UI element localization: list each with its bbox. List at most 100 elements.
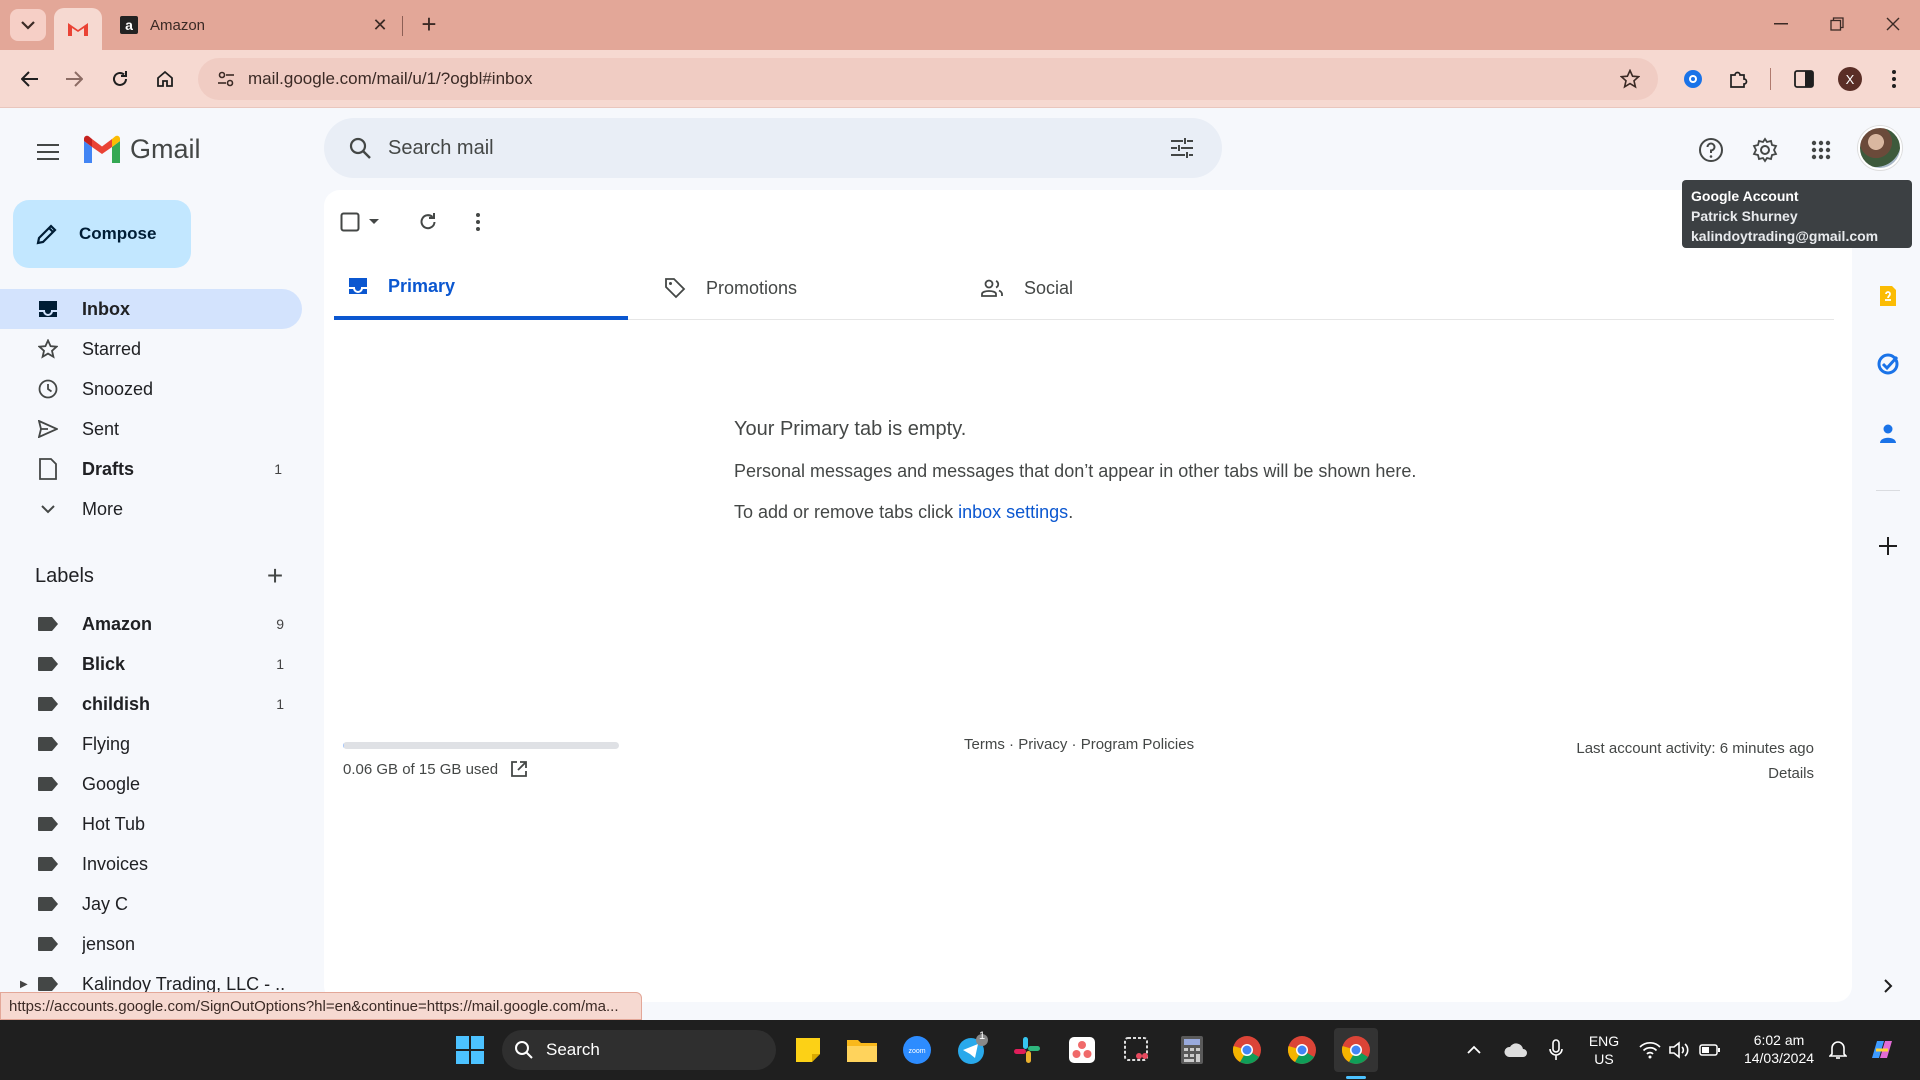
tab-search-button[interactable] bbox=[10, 9, 46, 41]
nav-item-more[interactable]: More bbox=[0, 489, 302, 529]
onedrive-icon[interactable] bbox=[1498, 1032, 1534, 1068]
caret-down-icon[interactable] bbox=[368, 218, 380, 226]
chrome-icon[interactable] bbox=[1284, 1032, 1320, 1068]
settings-gear-icon[interactable] bbox=[1743, 128, 1787, 172]
tab-promotions[interactable]: Promotions bbox=[650, 256, 944, 320]
label-item[interactable]: Amazon 9 bbox=[0, 604, 304, 644]
close-window-button[interactable] bbox=[1870, 8, 1916, 40]
program-policies-link[interactable]: Program Policies bbox=[1081, 736, 1194, 753]
settings-suffix: . bbox=[1068, 502, 1074, 522]
main-menu-button[interactable] bbox=[28, 132, 68, 172]
compose-button[interactable]: Compose bbox=[13, 200, 191, 268]
slack-icon[interactable] bbox=[1009, 1032, 1045, 1068]
forward-button[interactable] bbox=[56, 61, 92, 97]
notification-bell-icon[interactable] bbox=[1820, 1032, 1856, 1068]
nav-item-inbox[interactable]: Inbox bbox=[0, 289, 302, 329]
clock[interactable]: 6:02 am 14/03/2024 bbox=[1734, 1031, 1824, 1067]
input-language[interactable]: ENG US bbox=[1580, 1032, 1628, 1068]
url-text[interactable]: mail.google.com/mail/u/1/?ogbl#inbox bbox=[248, 69, 1610, 89]
more-actions-button[interactable] bbox=[476, 204, 480, 240]
account-avatar[interactable] bbox=[1858, 126, 1902, 170]
tab-social[interactable]: Social bbox=[966, 256, 1260, 320]
address-bar[interactable]: mail.google.com/mail/u/1/?ogbl#inbox bbox=[198, 58, 1658, 100]
tab-amazon[interactable]: a Amazon ✕ bbox=[110, 8, 400, 42]
search-input[interactable] bbox=[388, 136, 1154, 160]
label-item[interactable]: Hot Tub bbox=[0, 804, 304, 844]
details-link[interactable]: Details bbox=[1576, 761, 1814, 786]
label-item[interactable]: Invoices bbox=[0, 844, 304, 884]
home-button[interactable] bbox=[147, 61, 183, 97]
tab-gmail[interactable] bbox=[54, 8, 102, 50]
file-explorer-icon[interactable] bbox=[844, 1032, 880, 1068]
chrome-menu-icon[interactable] bbox=[1876, 61, 1912, 97]
terms-link[interactable]: Terms bbox=[964, 736, 1005, 753]
help-icon[interactable] bbox=[1689, 128, 1733, 172]
people-icon bbox=[981, 279, 1003, 297]
chrome-active-icon[interactable] bbox=[1334, 1028, 1378, 1072]
restore-button[interactable] bbox=[1814, 8, 1860, 40]
refresh-button[interactable] bbox=[418, 204, 438, 240]
label-tag-icon bbox=[38, 777, 58, 791]
microphone-icon[interactable] bbox=[1538, 1032, 1574, 1068]
select-all-checkbox[interactable] bbox=[340, 204, 380, 240]
browser-tabstrip: a Amazon ✕ + bbox=[0, 0, 1920, 50]
taskbar-search[interactable]: Search bbox=[502, 1030, 776, 1070]
back-button[interactable] bbox=[12, 61, 48, 97]
new-tab-button[interactable]: + bbox=[414, 10, 444, 40]
windows-start-icon[interactable] bbox=[452, 1032, 488, 1068]
snipping-tool-icon[interactable] bbox=[1119, 1032, 1155, 1068]
site-info-icon[interactable] bbox=[206, 71, 246, 87]
label-tag-icon bbox=[38, 657, 58, 671]
browser-toolbar: mail.google.com/mail/u/1/?ogbl#inbox X bbox=[0, 50, 1920, 108]
label-tag-icon bbox=[38, 977, 58, 991]
keep-icon[interactable] bbox=[1870, 278, 1906, 314]
add-addon-icon[interactable] bbox=[1870, 528, 1906, 564]
telegram-icon[interactable]: 1 bbox=[954, 1030, 990, 1068]
calculator-icon[interactable] bbox=[1174, 1032, 1210, 1068]
nav-item-drafts[interactable]: Drafts 1 bbox=[0, 449, 302, 489]
nav-item-snoozed[interactable]: Snoozed bbox=[0, 369, 302, 409]
expand-label-icon[interactable]: ▶ bbox=[20, 979, 28, 990]
inbox-icon bbox=[36, 297, 60, 321]
nav-item-sent[interactable]: Sent bbox=[0, 409, 302, 449]
label-item[interactable]: childish 1 bbox=[0, 684, 304, 724]
zoom-icon[interactable]: zoom bbox=[899, 1032, 935, 1068]
contacts-icon[interactable] bbox=[1870, 416, 1906, 452]
label-item[interactable]: Blick 1 bbox=[0, 644, 304, 684]
apps-grid-icon[interactable] bbox=[1799, 128, 1843, 172]
show-hidden-icons-icon[interactable] bbox=[1456, 1032, 1492, 1068]
add-label-button[interactable]: + bbox=[255, 560, 295, 592]
battery-icon[interactable] bbox=[1692, 1032, 1728, 1068]
expand-side-panel-icon[interactable] bbox=[1870, 968, 1906, 1004]
reload-button[interactable] bbox=[102, 61, 138, 97]
nav-item-starred[interactable]: Starred bbox=[0, 329, 302, 369]
open-in-new-icon[interactable] bbox=[510, 760, 528, 778]
bookmark-star-icon[interactable] bbox=[1610, 69, 1650, 89]
tab-close-icon[interactable]: ✕ bbox=[370, 15, 390, 36]
sticky-notes-icon[interactable] bbox=[790, 1032, 826, 1068]
nav-label: Sent bbox=[82, 418, 120, 439]
tasks-icon[interactable] bbox=[1870, 346, 1906, 382]
main-panel: Primary Promotions Social Your Primary t… bbox=[324, 190, 1852, 1002]
label-item[interactable]: jenson bbox=[0, 924, 304, 964]
account-activity: Last account activity: 6 minutes ago Det… bbox=[1576, 736, 1814, 786]
profile-button[interactable]: X bbox=[1832, 61, 1868, 97]
gmail-logo[interactable]: Gmail bbox=[82, 134, 201, 165]
side-panel-icon[interactable] bbox=[1786, 61, 1822, 97]
search-icon[interactable] bbox=[332, 137, 388, 159]
search-bar[interactable] bbox=[324, 118, 1222, 178]
asana-icon[interactable] bbox=[1064, 1032, 1100, 1068]
empty-description: Personal messages and messages that don’… bbox=[734, 461, 1417, 481]
chrome-icon[interactable] bbox=[1229, 1032, 1265, 1068]
inbox-settings-link[interactable]: inbox settings bbox=[958, 502, 1068, 522]
label-item[interactable]: Jay C bbox=[0, 884, 304, 924]
search-options-icon[interactable] bbox=[1154, 138, 1210, 158]
privacy-link[interactable]: Privacy bbox=[1018, 736, 1067, 753]
label-item[interactable]: Google bbox=[0, 764, 304, 804]
tab-primary[interactable]: Primary bbox=[334, 256, 628, 320]
minimize-button[interactable] bbox=[1758, 8, 1804, 40]
copilot-icon[interactable] bbox=[1864, 1032, 1900, 1068]
extension-icon[interactable] bbox=[1675, 61, 1711, 97]
extensions-puzzle-icon[interactable] bbox=[1720, 61, 1756, 97]
label-item[interactable]: Flying bbox=[0, 724, 304, 764]
